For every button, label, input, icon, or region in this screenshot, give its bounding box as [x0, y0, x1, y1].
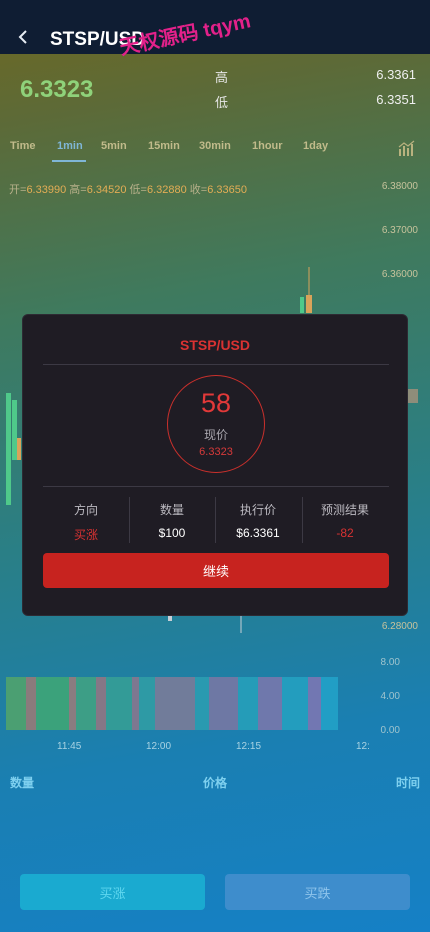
result-label: 预测结果 — [320, 503, 369, 517]
volume-bars — [6, 677, 338, 730]
quantity-column: 数量 $100 — [129, 501, 215, 540]
volume-bar — [258, 677, 282, 730]
quantity-label: 数量 — [159, 503, 184, 517]
modal-title: STSP/USD — [179, 337, 250, 353]
result-column: 预测结果 -82 — [302, 501, 388, 540]
volume-bar — [95, 677, 106, 730]
volume-bar — [132, 677, 139, 730]
candle — [6, 393, 11, 505]
current-price-value: 6.3323 — [199, 446, 233, 458]
volume-tick: 8.00 — [380, 657, 400, 668]
buy-down-button[interactable]: 买跌 — [225, 874, 410, 910]
current-price-label: 现价 — [203, 428, 228, 442]
strike-price-label: 执行价 — [239, 503, 276, 517]
countdown-ring: 58 现价 6.3323 — [167, 375, 265, 473]
time-header: 时间 — [395, 776, 420, 790]
continue-button[interactable]: 继续 — [43, 553, 389, 588]
candle — [12, 400, 17, 460]
volume-tick: 4.00 — [380, 691, 400, 702]
time-tick: 12:15 — [236, 741, 262, 752]
strike-price-column: 执行价 $6.3361 — [215, 501, 301, 540]
divider — [43, 486, 389, 487]
volume-bar — [321, 677, 338, 730]
quantity-header: 数量 — [10, 776, 35, 790]
direction-label: 方向 — [73, 503, 98, 517]
candle — [168, 616, 172, 621]
strike-price-value: $6.3361 — [236, 526, 280, 540]
volume-bar — [308, 677, 322, 730]
price-header: 价格 — [203, 776, 228, 790]
volume-bar — [281, 677, 309, 730]
volume-bar — [195, 677, 209, 730]
volume-bar — [75, 677, 96, 730]
quantity-value: $100 — [158, 526, 186, 540]
direction-value: 买涨 — [73, 528, 98, 542]
buy-up-button[interactable]: 买涨 — [20, 874, 205, 910]
volume-bar — [6, 677, 26, 730]
countdown-number: 58 — [200, 388, 232, 418]
time-tick: 12: — [356, 741, 370, 752]
candle — [300, 297, 304, 313]
time-tick: 12:00 — [146, 741, 172, 752]
candle — [306, 295, 312, 313]
volume-bar — [208, 677, 239, 730]
volume-bar — [138, 677, 156, 730]
result-value: -82 — [336, 526, 354, 540]
volume-bar — [35, 677, 70, 730]
volume-bar — [105, 677, 133, 730]
volume-bar — [25, 677, 36, 730]
volume-tick: 0.00 — [380, 725, 400, 736]
volume-bar — [155, 677, 196, 730]
volume-bar — [69, 677, 76, 730]
direction-column: 方向 买涨 — [43, 501, 129, 543]
volume-bar — [238, 677, 259, 730]
candle — [17, 438, 21, 460]
order-result-modal: STSP/USD 58 现价 6.3323 方向 买涨 数量 $100 执行价 … — [22, 314, 408, 616]
time-tick: 11:45 — [57, 741, 82, 752]
divider — [43, 364, 389, 365]
